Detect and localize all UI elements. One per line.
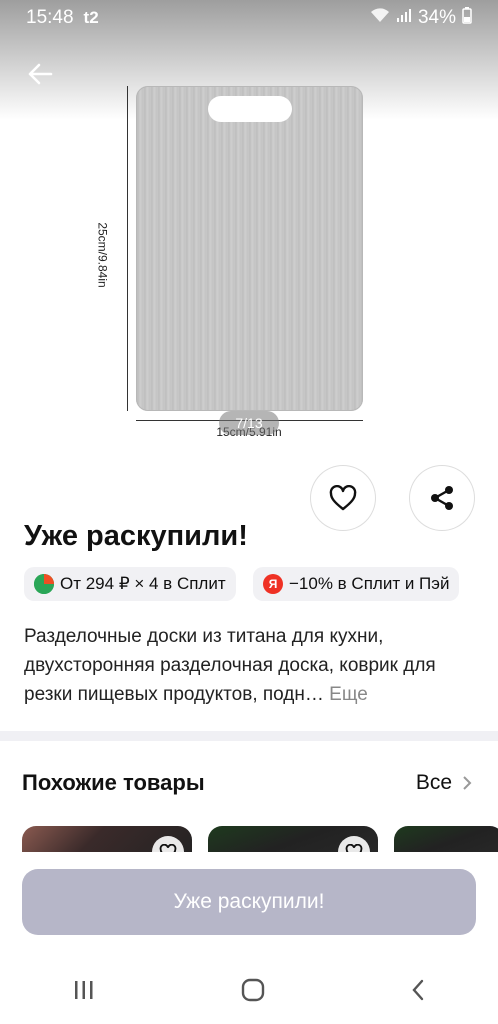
share-icon: [431, 486, 453, 510]
sold-out-button[interactable]: Уже раскупили!: [22, 869, 476, 935]
arrow-left-icon: [28, 63, 53, 85]
chevron-right-icon: [463, 776, 472, 790]
status-bar: 15:48 t2 34%: [0, 0, 498, 36]
system-back-button[interactable]: [410, 978, 426, 1007]
description-text: Разделочные доски из титана для кухни, д…: [24, 626, 436, 705]
home-icon: [241, 978, 265, 1001]
product-title: Уже раскупили!: [24, 520, 248, 552]
wifi-icon: [370, 7, 390, 29]
battery-percent: 34%: [417, 7, 456, 28]
yandex-chip-label: −10% в Сплит и Пэй: [289, 574, 450, 593]
chevron-left-icon: [412, 979, 424, 1000]
split-chip-label: От 294 ₽ × 4 в Сплит: [60, 574, 226, 593]
split-icon: [34, 574, 54, 594]
section-divider: [0, 731, 498, 741]
product-image-cutting-board: [136, 86, 363, 411]
recent-apps-icon: [75, 980, 93, 999]
heart-icon: [329, 485, 357, 511]
yandex-icon: Я: [263, 574, 283, 594]
similar-products-title: Похожие товары: [22, 770, 205, 795]
status-time: 15:48: [26, 7, 74, 28]
system-navigation-bar: [0, 960, 498, 1024]
board-handle-hole: [208, 96, 292, 122]
gallery-page-indicator: 7/13: [219, 411, 279, 435]
see-all-link[interactable]: Все: [416, 771, 472, 795]
signal-icon: [396, 7, 412, 29]
height-dimension-label: 25cm/9.84in: [95, 222, 110, 288]
home-button[interactable]: [240, 977, 266, 1008]
product-gallery[interactable]: 25cm/9.84in 15cm/5.91in 7/13: [0, 0, 498, 460]
recent-apps-button[interactable]: [72, 979, 96, 1006]
favorite-button[interactable]: [311, 466, 375, 530]
yandex-pay-chip[interactable]: Я −10% в Сплит и Пэй: [253, 567, 460, 601]
t2-icon: t2: [83, 8, 99, 27]
back-button[interactable]: [20, 54, 60, 94]
split-installment-chip[interactable]: От 294 ₽ × 4 в Сплит: [24, 567, 236, 601]
description-more-link[interactable]: Еще: [329, 684, 368, 705]
share-button[interactable]: [410, 466, 474, 530]
height-dimension-line: [127, 86, 128, 411]
battery-icon: [462, 6, 472, 30]
see-all-label: Все: [415, 771, 452, 794]
product-description[interactable]: Разделочные доски из титана для кухни, д…: [24, 622, 474, 709]
